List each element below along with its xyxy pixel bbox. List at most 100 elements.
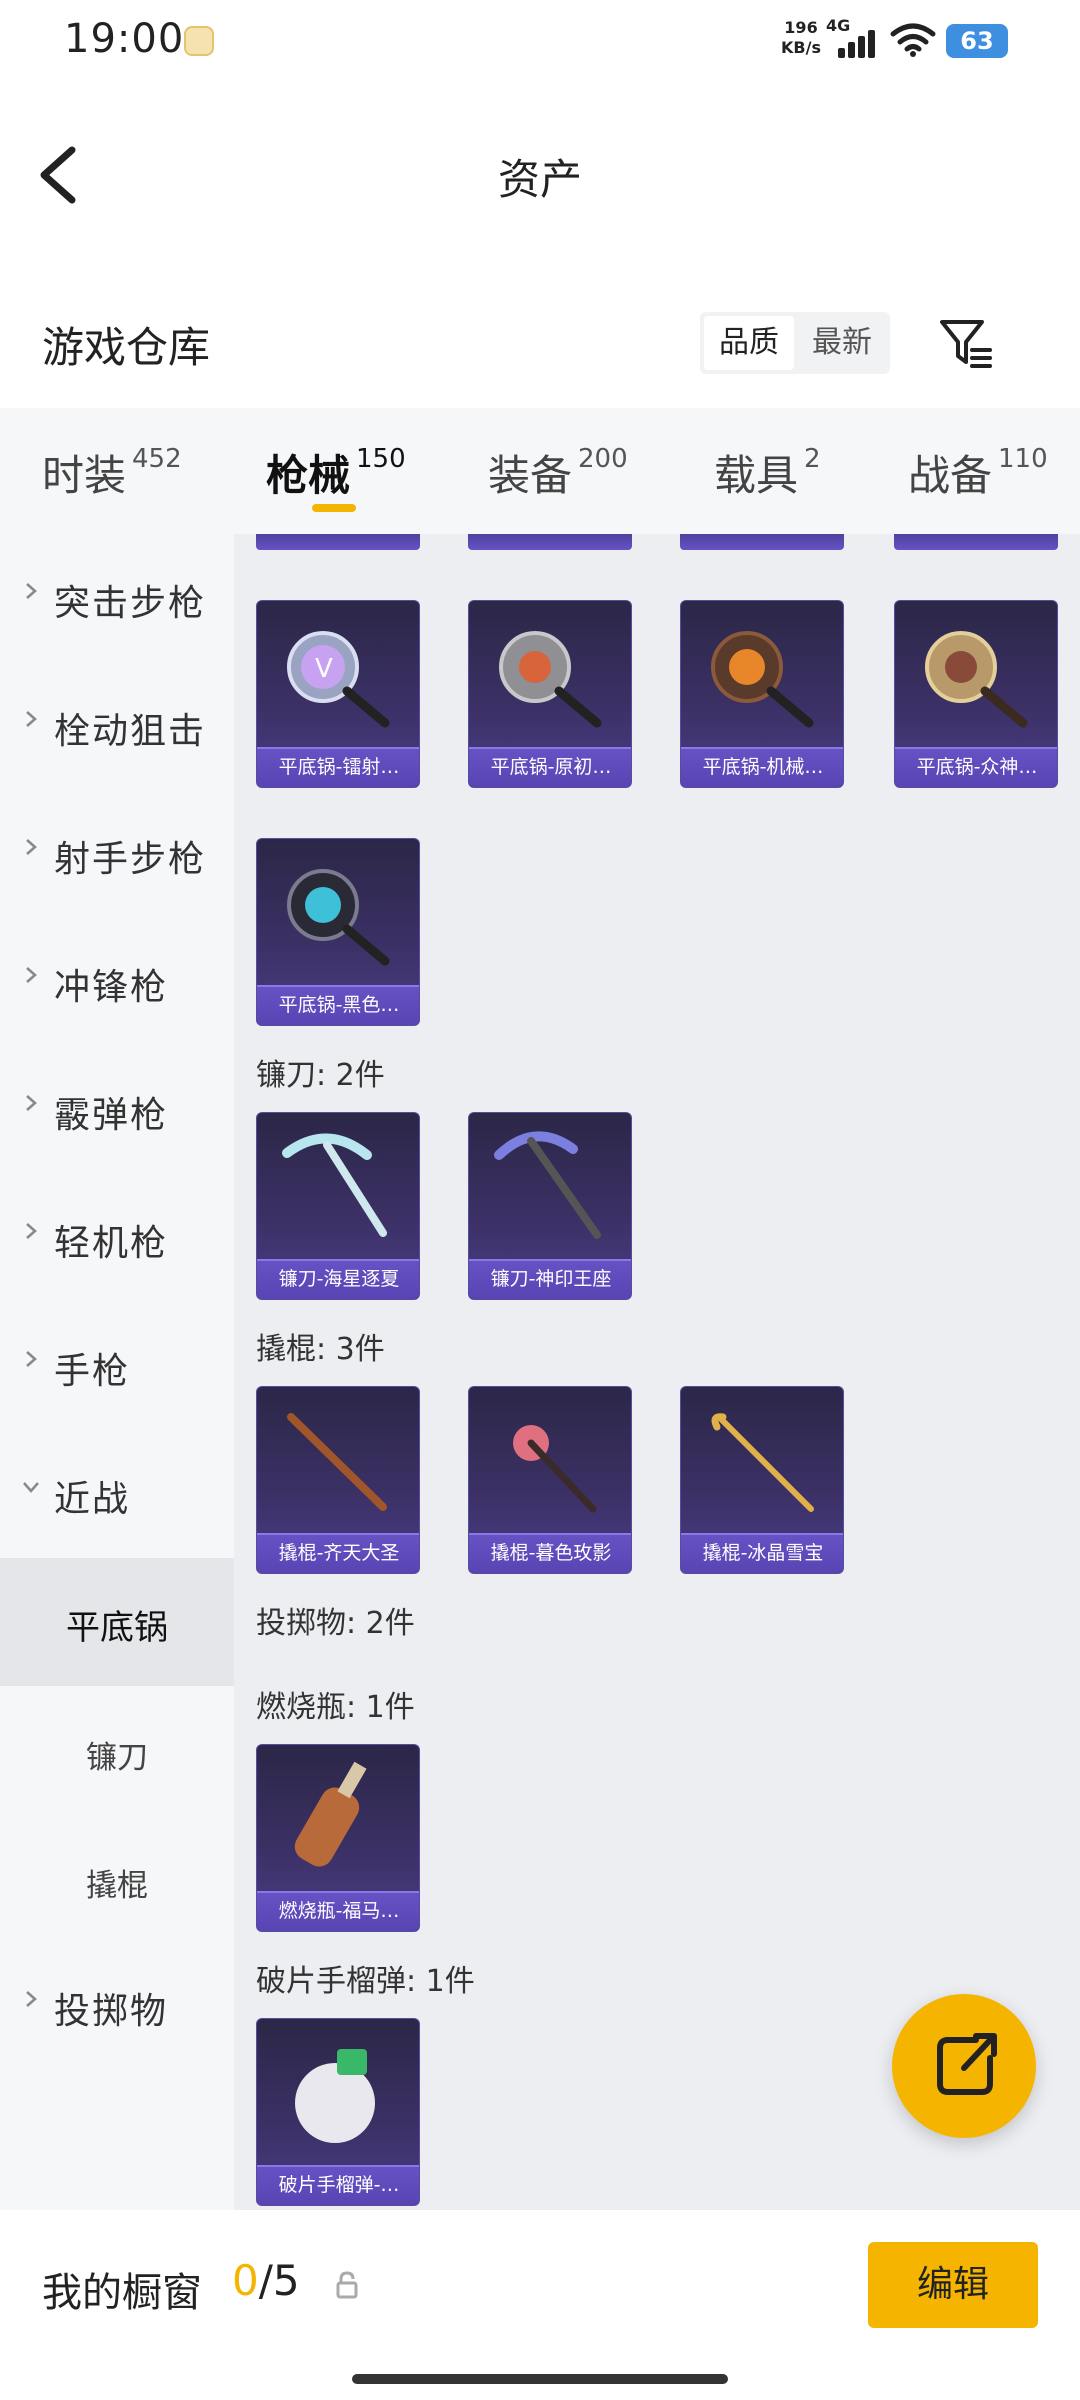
home-indicator	[352, 2374, 728, 2384]
sickle-icon	[282, 1133, 387, 1237]
nav-header: 资产	[0, 110, 1080, 240]
sidebar-item-throwables[interactable]: 投掷物	[0, 1942, 234, 2070]
frying-pan-icon	[711, 631, 814, 728]
item-name: 撬棍-冰晶雪宝	[681, 1533, 843, 1573]
item-name: 破片手榴弹-…	[257, 2165, 419, 2205]
tab-count: 150	[356, 444, 406, 474]
sidebar-item-bolt-sniper[interactable]: 栓动狙击	[0, 662, 234, 790]
item-card[interactable]: 撬棍-齐天大圣	[256, 1386, 420, 1574]
chevron-right-icon	[26, 583, 37, 599]
tab-vehicles[interactable]: 载具 2	[714, 442, 821, 503]
category-sidebar: 突击步枪 栓动狙击 射手步枪 冲锋枪 霰弹枪 轻机枪 手枪 近战 平底锅 镰刀 …	[0, 534, 234, 2210]
group-header-grenade: 破片手榴弹: 1件	[256, 1964, 475, 1999]
showcase-label: 我的橱窗	[42, 2270, 202, 2316]
sidebar-subitem-pan[interactable]: 平底锅	[0, 1558, 234, 1686]
net-speed: 196 KB/s	[781, 18, 821, 57]
tab-count: 452	[132, 444, 182, 474]
clipped-card	[256, 534, 420, 550]
group-header-sickle: 镰刀: 2件	[256, 1058, 385, 1093]
chevron-right-icon	[26, 1095, 37, 1111]
sidebar-item-shotgun[interactable]: 霰弹枪	[0, 1046, 234, 1174]
filter-icon[interactable]	[938, 316, 994, 372]
active-tab-indicator	[312, 504, 356, 512]
signal-icon	[834, 26, 884, 58]
sidebar-subitem-label: 撬棍	[86, 1868, 148, 1904]
tab-supplies[interactable]: 战备 110	[908, 442, 1048, 503]
sidebar-subitem-label: 平底锅	[66, 1608, 168, 1648]
sort-newest-button[interactable]: 最新	[796, 316, 888, 370]
chevron-right-icon	[26, 1351, 37, 1367]
tab-equipment[interactable]: 装备 200	[488, 442, 628, 503]
sort-quality-button[interactable]: 品质	[704, 316, 794, 370]
sidebar-item-label: 射手步枪	[54, 839, 207, 880]
item-card[interactable]: 燃烧瓶-福马…	[256, 1744, 420, 1932]
tab-label: 枪械	[266, 451, 351, 500]
item-card[interactable]: 镰刀-海星逐夏	[256, 1112, 420, 1300]
tab-label: 时装	[42, 451, 127, 500]
sidebar-item-label: 栓动狙击	[54, 711, 207, 752]
section-title: 游戏仓库	[42, 323, 211, 372]
tab-label: 战备	[908, 451, 993, 500]
page-title: 资产	[497, 155, 582, 204]
frying-pan-icon: V	[287, 631, 390, 728]
item-name: 撬棍-齐天大圣	[257, 1533, 419, 1573]
sidebar-item-label: 投掷物	[54, 1991, 169, 2032]
grenade-icon	[295, 2049, 375, 2143]
clipped-card	[680, 534, 844, 550]
tab-firearms[interactable]: 枪械 150	[266, 442, 406, 503]
group-header-crowbar: 撬棍: 3件	[256, 1332, 385, 1367]
sidebar-item-lmg[interactable]: 轻机枪	[0, 1174, 234, 1302]
item-card[interactable]: 平底锅-黑色…	[256, 838, 420, 1026]
group-header-throwables: 投掷物: 2件	[256, 1606, 415, 1641]
showcase-total: /5	[258, 2256, 300, 2305]
battery-indicator: 63	[946, 24, 1008, 58]
sidebar-item-marksman-rifle[interactable]: 射手步枪	[0, 790, 234, 918]
tab-label: 装备	[488, 451, 573, 500]
sidebar-item-label: 轻机枪	[54, 1223, 169, 1264]
sidebar-item-assault-rifle[interactable]: 突击步枪	[0, 534, 234, 662]
status-time: 19:00	[64, 16, 185, 62]
sidebar-subitem-crowbar[interactable]: 撬棍	[0, 1814, 234, 1942]
group-header-molotov: 燃烧瓶: 1件	[256, 1690, 415, 1725]
item-card[interactable]: 平底锅-原初…	[468, 600, 632, 788]
app-notification-icon	[184, 26, 214, 56]
sort-toggle: 品质 最新	[700, 312, 890, 374]
showcase-bar: 我的橱窗 0/5 编辑	[0, 2210, 1080, 2400]
item-card[interactable]: 平底锅-众神…	[894, 600, 1058, 788]
wifi-icon	[890, 23, 936, 57]
sidebar-item-pistol[interactable]: 手枪	[0, 1302, 234, 1430]
item-name: 镰刀-海星逐夏	[257, 1259, 419, 1299]
item-name: 平底锅-镭射…	[257, 747, 419, 787]
frying-pan-icon	[287, 869, 390, 966]
chevron-right-icon	[26, 711, 37, 727]
sidebar-item-label: 近战	[54, 1479, 131, 1520]
frying-pan-icon	[925, 631, 1028, 728]
sidebar-subitem-sickle[interactable]: 镰刀	[0, 1686, 234, 1814]
item-name: 燃烧瓶-福马…	[257, 1891, 419, 1931]
molotov-icon	[294, 1761, 367, 1867]
sidebar-item-label: 突击步枪	[54, 583, 207, 624]
item-grid: V 平底锅-镭射… 平底锅-原初… 平底锅-机械… 平底锅-众神… 平底锅-黑色…	[234, 534, 1080, 2210]
tab-fashion[interactable]: 时装 452	[42, 442, 182, 503]
tab-count: 110	[998, 444, 1048, 474]
item-card[interactable]: 镰刀-神印王座	[468, 1112, 632, 1300]
item-card[interactable]: 撬棍-暮色玫影	[468, 1386, 632, 1574]
tab-count: 200	[578, 444, 628, 474]
chevron-right-icon	[26, 1223, 37, 1239]
sidebar-item-melee[interactable]: 近战	[0, 1430, 234, 1558]
item-name: 平底锅-原初…	[469, 747, 631, 787]
clipped-card	[468, 534, 632, 550]
share-fab-button[interactable]	[892, 1994, 1036, 2138]
item-card[interactable]: 平底锅-机械…	[680, 600, 844, 788]
tab-count: 2	[804, 444, 821, 474]
edit-button[interactable]: 编辑	[868, 2242, 1038, 2328]
sidebar-item-smg[interactable]: 冲锋枪	[0, 918, 234, 1046]
item-card[interactable]: 破片手榴弹-…	[256, 2018, 420, 2206]
clipped-card	[894, 534, 1058, 550]
item-card[interactable]: V 平底锅-镭射…	[256, 600, 420, 788]
category-tab-bar: 时装 452 枪械 150 装备 200 载具 2 战备 110	[0, 408, 1080, 534]
sidebar-item-label: 冲锋枪	[54, 967, 169, 1008]
item-card[interactable]: 撬棍-冰晶雪宝	[680, 1386, 844, 1574]
tab-label: 载具	[714, 451, 799, 500]
chevron-right-icon	[26, 1991, 37, 2007]
